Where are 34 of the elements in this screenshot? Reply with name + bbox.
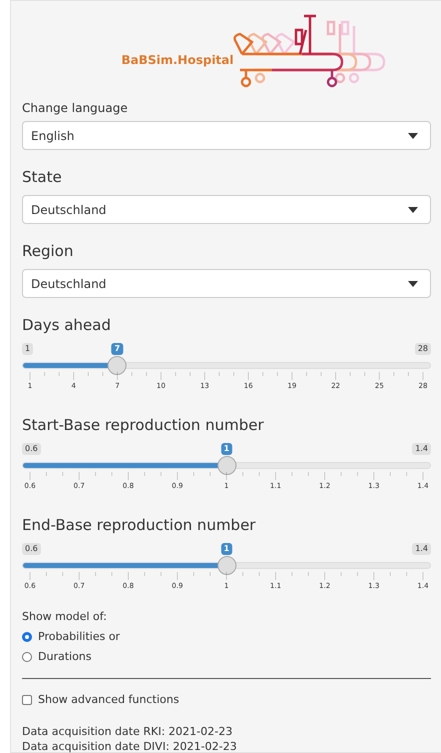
radio-label: Durations — [38, 650, 92, 663]
min-value: 1 — [22, 343, 34, 355]
slider-label: Start-Base reproduction number — [22, 416, 265, 434]
slider-label: End-Base reproduction number — [22, 516, 257, 534]
checkbox-label: Show advanced functions — [38, 693, 180, 706]
dropdown[interactable]: English — [22, 121, 431, 150]
caret-icon — [408, 280, 418, 286]
slider-handle[interactable] — [217, 456, 236, 475]
value-bubble: 1 — [220, 543, 232, 555]
info-text: Data acquisition date DIVI: 2021-02-23 — [22, 739, 238, 753]
value-bubble: 7 — [112, 343, 124, 355]
slider-handle[interactable] — [108, 356, 127, 375]
dropdown[interactable]: Deutschland — [22, 269, 431, 298]
field-label: Change language — [22, 100, 129, 115]
radio-button[interactable] — [22, 652, 32, 662]
value-bubble: 1 — [220, 443, 232, 455]
radio-group-label: Show model of: — [22, 610, 108, 623]
max-value: 28 — [414, 343, 431, 355]
caret-icon — [408, 206, 418, 212]
max-value: 1.4 — [412, 543, 431, 555]
min-value: 0.6 — [22, 543, 41, 555]
info-text: Data acquisition date RKI: 2021-02-23 — [22, 724, 234, 739]
caret-icon — [408, 132, 418, 138]
slider-label: Days ahead — [22, 316, 112, 334]
field-label: State — [22, 168, 63, 186]
slider-handle[interactable] — [217, 556, 236, 575]
radio-label: Probabilities or — [38, 630, 120, 643]
checkbox[interactable] — [22, 694, 32, 704]
dropdown[interactable]: Deutschland — [22, 195, 431, 224]
min-value: 0.6 — [22, 443, 41, 455]
max-value: 1.4 — [412, 443, 431, 455]
field-label: Region — [22, 242, 74, 260]
radio-button[interactable] — [22, 632, 32, 642]
logo-text: BaBSim.Hospital — [121, 53, 234, 67]
